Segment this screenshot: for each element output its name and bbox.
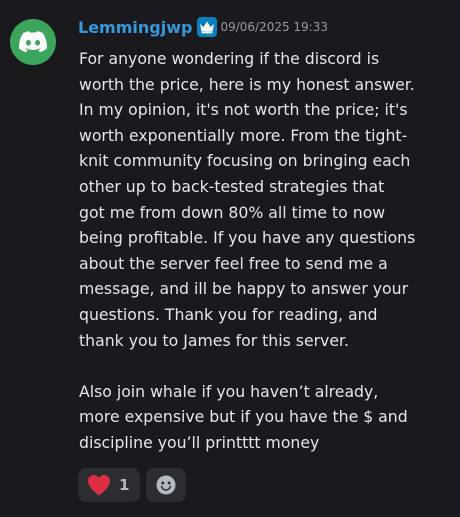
paragraph-break [79,353,454,379]
message-line: message, and ill be happy to answer your [79,279,409,299]
reaction-count: 1 [119,476,130,494]
reaction-heart[interactable]: 1 [78,468,140,502]
message-line: worth exponentially more. From the tight… [79,125,408,145]
add-reaction-button[interactable] [146,468,186,502]
message-line: other up to back-tested strategies that [79,176,385,196]
message-line: Also join whale if you haven’t already, [79,381,379,401]
message-line: questions. Thank you for reading, and [79,304,378,324]
add-reaction-icon [156,475,176,495]
username[interactable]: Lemmingjwp [78,18,192,37]
message-line: thank you to James for this server. [79,330,349,350]
discord-logo-icon [19,31,47,53]
message-line: discipline you’ll printttt money [79,432,320,452]
reactions-bar: 1 [78,468,186,502]
heart-icon [88,475,110,496]
message-line: knit community focusing on bringing each [79,151,411,171]
role-badge[interactable] [197,17,218,37]
message-line: being profitable. If you have any questi… [79,228,416,248]
message-line: worth the price, here is my honest answe… [79,74,415,94]
avatar[interactable] [10,19,56,65]
message-line: about the server feel free to send me a [79,253,388,273]
message-header: Lemmingjwp 09/06/2025 19:33 [78,14,328,40]
message-line: got me from down 80% all time to now [79,202,386,222]
timestamp: 09/06/2025 19:33 [220,20,328,34]
crown-icon [200,21,215,34]
message: Lemmingjwp 09/06/2025 19:33 For anyone w… [0,0,460,517]
message-content: For anyone wondering if the discord is w… [79,46,454,456]
message-line: For anyone wondering if the discord is [79,49,380,68]
message-line: more expensive but if you have the $ and [79,407,408,427]
message-line: In my opinion, it's not worth the price;… [79,100,408,120]
